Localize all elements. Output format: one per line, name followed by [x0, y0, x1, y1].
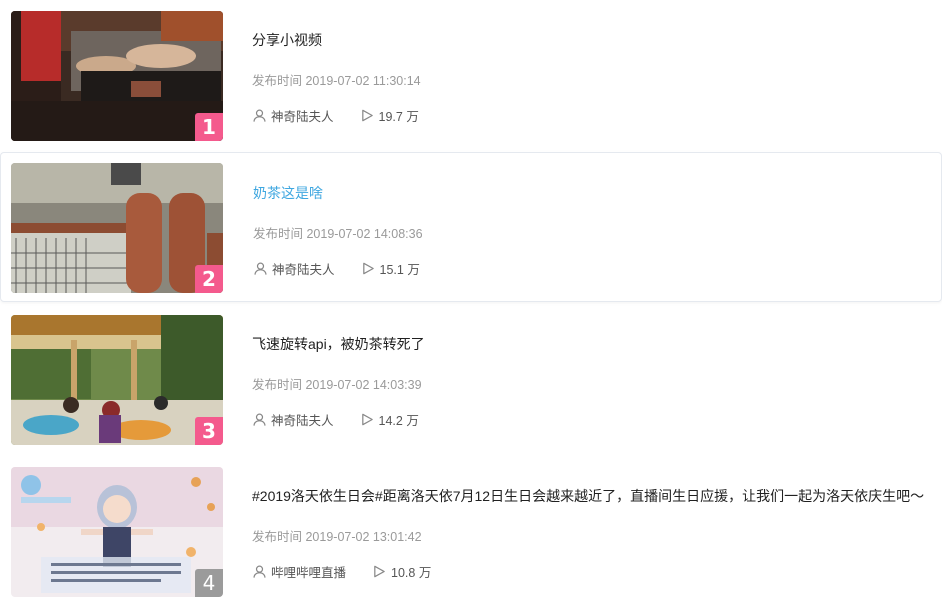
video-meta: 哔哩哔哩直播 10.8 万 — [252, 562, 431, 581]
author-link[interactable]: 神奇陆夫人 — [253, 259, 335, 278]
user-icon — [253, 565, 266, 578]
video-title[interactable]: 飞速旋转api，被奶茶转死了 — [252, 334, 425, 354]
author-name: 神奇陆夫人 — [271, 110, 334, 124]
play-count-icon — [374, 565, 385, 578]
view-count-value: 10.8 万 — [391, 566, 432, 580]
video-list-item[interactable]: 1 分享小视频 发布时间 2019-07-02 11:30:14 神奇陆夫人 1… — [0, 0, 942, 150]
video-list-item[interactable]: 2 奶茶这是啥 发布时间 2019-07-02 14:08:36 神奇陆夫人 1… — [0, 152, 942, 302]
view-count-value: 15.1 万 — [379, 263, 420, 277]
video-thumbnail[interactable]: 2 — [11, 163, 223, 293]
rank-badge: 1 — [195, 113, 223, 141]
video-thumbnail[interactable]: 1 — [11, 11, 223, 141]
video-title[interactable]: #2019洛天依生日会#距离洛天依7月12日生日会越来越近了，直播间生日应援，让… — [252, 486, 924, 506]
user-icon — [253, 109, 266, 122]
author-link[interactable]: 神奇陆夫人 — [252, 106, 334, 125]
video-title[interactable]: 奶茶这是啥 — [253, 183, 323, 203]
video-thumbnail[interactable]: 4 — [11, 467, 223, 597]
publish-time: 发布时间 2019-07-02 11:30:14 — [252, 74, 421, 88]
rank-badge: 3 — [195, 417, 223, 445]
publish-time: 发布时间 2019-07-02 14:03:39 — [252, 378, 422, 392]
user-icon — [253, 413, 266, 426]
author-name: 神奇陆夫人 — [272, 263, 335, 277]
view-count: 10.8 万 — [372, 562, 431, 581]
author-link[interactable]: 神奇陆夫人 — [252, 410, 334, 429]
view-count: 15.1 万 — [361, 259, 420, 278]
view-count-value: 19.7 万 — [378, 110, 419, 124]
view-count: 14.2 万 — [360, 410, 419, 429]
video-list-item[interactable]: 3 飞速旋转api，被奶茶转死了 发布时间 2019-07-02 14:03:3… — [0, 304, 942, 454]
video-rank-list: 1 分享小视频 发布时间 2019-07-02 11:30:14 神奇陆夫人 1… — [0, 0, 942, 610]
publish-time: 发布时间 2019-07-02 13:01:42 — [252, 530, 422, 544]
play-count-icon — [361, 413, 373, 426]
video-title[interactable]: 分享小视频 — [252, 30, 322, 50]
user-icon — [254, 262, 267, 275]
rank-badge: 4 — [195, 569, 223, 597]
author-link[interactable]: 哔哩哔哩直播 — [252, 562, 346, 581]
video-meta: 神奇陆夫人 14.2 万 — [252, 410, 419, 429]
video-meta: 神奇陆夫人 19.7 万 — [252, 106, 419, 125]
author-name: 哔哩哔哩直播 — [271, 566, 347, 580]
view-count: 19.7 万 — [360, 106, 419, 125]
video-list-item[interactable]: 4 #2019洛天依生日会#距离洛天依7月12日生日会越来越近了，直播间生日应援… — [0, 456, 942, 606]
play-count-icon — [361, 109, 373, 122]
video-thumbnail[interactable]: 3 — [11, 315, 223, 445]
play-count-icon — [362, 262, 374, 275]
publish-time: 发布时间 2019-07-02 14:08:36 — [253, 227, 423, 241]
rank-badge: 2 — [195, 265, 223, 293]
author-name: 神奇陆夫人 — [271, 414, 334, 428]
view-count-value: 14.2 万 — [378, 414, 419, 428]
video-meta: 神奇陆夫人 15.1 万 — [253, 259, 420, 278]
